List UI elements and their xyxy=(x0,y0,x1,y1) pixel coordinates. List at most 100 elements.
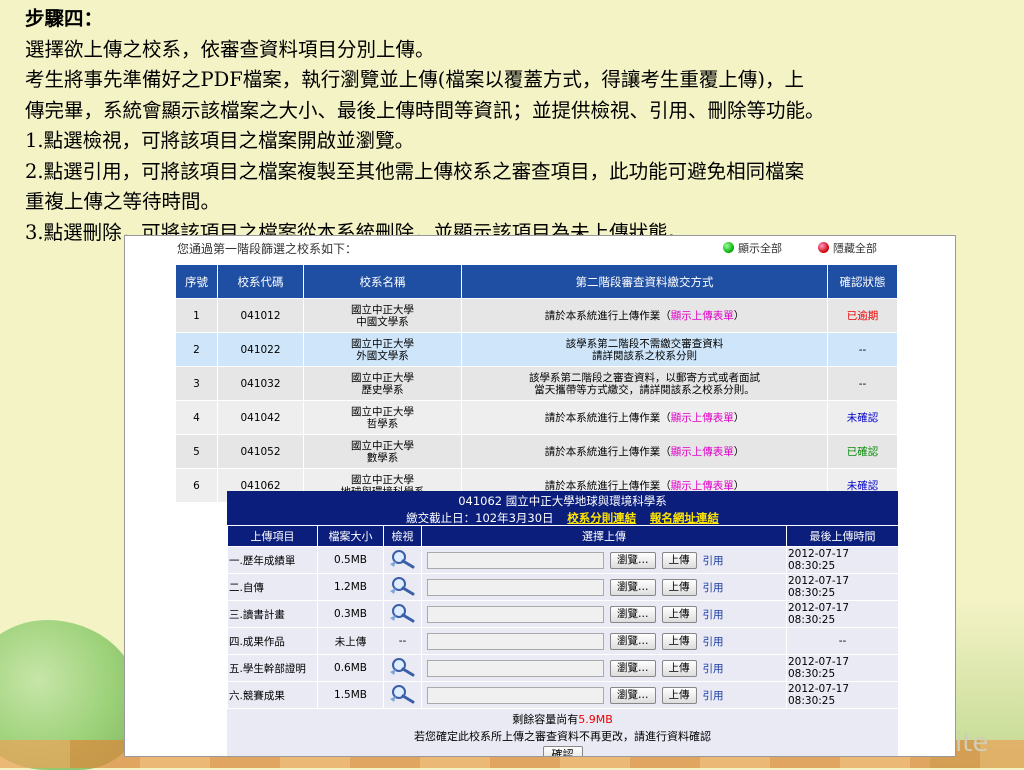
upload-button[interactable]: 上傳 xyxy=(661,632,697,650)
hide-all-button[interactable]: 隱藏全部 xyxy=(818,240,877,256)
show-all-button[interactable]: 顯示全部 xyxy=(723,240,782,256)
browse-button[interactable]: 瀏覽… xyxy=(610,632,656,650)
method-text: 請於本系統進行上傳作業（ xyxy=(544,445,671,458)
panel-intro: 您通過第一階段篩選之校系如下： xyxy=(177,242,358,256)
choose-upload-cell: 瀏覽… 上傳 引用 xyxy=(421,600,787,628)
view-cell xyxy=(383,600,422,628)
method-line: 該學系第二階段之審查資料，以郵寄方式或者面試 xyxy=(463,372,826,384)
last-upload-time: 2012-07-17 08:30:25 xyxy=(786,573,899,601)
magnifier-icon[interactable] xyxy=(388,603,418,626)
method-line: 請於本系統進行上傳作業（顯示上傳表單） xyxy=(463,480,826,492)
browse-button[interactable]: 瀏覽… xyxy=(610,605,656,623)
school-name: 國立中正大學 xyxy=(351,405,414,418)
department-label: 中國文學系 xyxy=(356,315,409,328)
last-upload-time: 2012-07-17 08:30:25 xyxy=(786,654,899,682)
row-number: 1 xyxy=(175,298,218,333)
show-upload-form-link[interactable]: 顯示上傳表單 xyxy=(671,480,734,492)
upload-button[interactable]: 上傳 xyxy=(661,605,697,623)
upload-header: 041062 國立中正大學地球與環境科學系 繳交截止日：102年3月30日 校系… xyxy=(227,491,898,525)
department-label: 歷史學系 xyxy=(361,383,404,396)
table-row[interactable]: 5 041052 國立中正大學 數學系 請於本系統進行上傳作業（顯示上傳表單） 已確認 xyxy=(175,434,898,469)
screenshot-panel: 您通過第一階段篩選之校系如下： 顯示全部 隱藏全部 序號 校系代碼 校系名稱 第二階段… xyxy=(124,235,956,757)
file-size: 1.5MB xyxy=(317,681,384,709)
file-path-input[interactable] xyxy=(427,578,604,596)
department-code: 041022 xyxy=(217,332,304,367)
cite-link[interactable]: 引用 xyxy=(703,690,724,702)
method-text: 該學系第二階段之審查資料，以郵寄方式或者面試 xyxy=(529,371,760,384)
view-cell: -- xyxy=(383,627,422,655)
confirm-button[interactable]: 確認 xyxy=(542,746,583,756)
row-number: 6 xyxy=(175,468,218,503)
method-text-end: ） xyxy=(733,479,745,492)
instruction-line: 選擇欲上傳之校系，依審查資料項目分別上傳。 xyxy=(25,37,435,61)
upload-button[interactable]: 上傳 xyxy=(661,686,697,704)
choose-upload-cell: 瀏覽… 上傳 引用 xyxy=(421,654,787,682)
upload-column-header: 檔案大小 xyxy=(317,525,384,547)
upload-button[interactable]: 上傳 xyxy=(661,578,697,596)
file-path-input[interactable] xyxy=(427,605,604,623)
view-cell xyxy=(383,573,422,601)
cite-link[interactable]: 引用 xyxy=(703,555,724,567)
department-rules-link[interactable]: 校系分則連結 xyxy=(567,511,636,525)
registration-link[interactable]: 報名網址連結 xyxy=(650,511,719,525)
column-header: 第二階段審查資料繳交方式 xyxy=(461,264,828,299)
row-number: 4 xyxy=(175,400,218,435)
method-line-2: 當天攜帶等方式繳交，請詳閱該系之校系分則。 xyxy=(534,383,755,396)
upload-row: 二.自傳 1.2MB 瀏覽… 上傳 引用 2012-07-17 08:30:25 xyxy=(227,573,899,601)
browse-button[interactable]: 瀏覽… xyxy=(610,686,656,704)
method-text: 該學系第二階段不需繳交審查資料 xyxy=(565,337,724,350)
last-upload-time: -- xyxy=(786,627,899,655)
upload-button[interactable]: 上傳 xyxy=(661,551,697,569)
file-path-input[interactable] xyxy=(427,659,604,677)
department-label: 哲學系 xyxy=(366,417,399,430)
view-cell xyxy=(383,546,422,574)
upload-item: 三.讀書計畫 xyxy=(227,600,318,628)
upload-title: 041062 國立中正大學地球與環境科學系 xyxy=(458,494,667,508)
instructions: 步驟四： 選擇欲上傳之校系，依審查資料項目分別上傳。 考生將事先準備好之PDF檔… xyxy=(25,4,1015,248)
show-upload-form-link[interactable]: 顯示上傳表單 xyxy=(671,446,734,458)
column-header: 校系代碼 xyxy=(217,264,304,299)
browse-button[interactable]: 瀏覽… xyxy=(610,578,656,596)
school-name: 國立中正大學 xyxy=(351,439,414,452)
cite-link[interactable]: 引用 xyxy=(703,609,724,621)
show-upload-form-link[interactable]: 顯示上傳表單 xyxy=(671,412,734,424)
department-code: 041032 xyxy=(217,366,304,401)
table-row[interactable]: 1 041012 國立中正大學 中國文學系 請於本系統進行上傳作業（顯示上傳表單） 已逾期 xyxy=(175,298,898,333)
table-row[interactable]: 2 041022 國立中正大學 外國文學系 該學系第二階段不需繳交審查資料 請詳閱該系之校… xyxy=(175,332,898,367)
table-row[interactable]: 4 041042 國立中正大學 哲學系 請於本系統進行上傳作業（顯示上傳表單） 未確認 xyxy=(175,400,898,435)
confirm-status: 已確認 xyxy=(827,434,898,469)
table-row[interactable]: 3 041032 國立中正大學 歷史學系 該學系第二階段之審查資料，以郵寄方式或者面試當… xyxy=(175,366,898,401)
method-line: 請於本系統進行上傳作業（顯示上傳表單） xyxy=(463,446,826,458)
method-line-2: 請詳閱該系之校系分則 xyxy=(592,349,697,362)
last-upload-time: 2012-07-17 08:30:25 xyxy=(786,546,899,574)
browse-button[interactable]: 瀏覽… xyxy=(610,551,656,569)
confirm-status: -- xyxy=(827,366,898,401)
last-upload-time: 2012-07-17 08:30:25 xyxy=(786,681,899,709)
file-size: 0.3MB xyxy=(317,600,384,628)
method-text-end: ） xyxy=(733,445,745,458)
browse-button[interactable]: 瀏覽… xyxy=(610,659,656,677)
remaining-label: 剩餘容量尚有 xyxy=(512,713,579,726)
department-label: 外國文學系 xyxy=(356,349,409,362)
department-name: 國立中正大學 歷史學系 xyxy=(303,366,462,401)
cite-link[interactable]: 引用 xyxy=(703,582,724,594)
show-upload-form-link[interactable]: 顯示上傳表單 xyxy=(671,310,734,322)
magnifier-icon[interactable] xyxy=(388,549,418,572)
department-code: 041052 xyxy=(217,434,304,469)
file-path-input[interactable] xyxy=(427,551,604,569)
file-path-input[interactable] xyxy=(427,632,604,650)
row-number: 2 xyxy=(175,332,218,367)
submission-method: 請於本系統進行上傳作業（顯示上傳表單） xyxy=(461,400,828,435)
file-path-input[interactable] xyxy=(427,686,604,704)
last-upload-time: 2012-07-17 08:30:25 xyxy=(786,600,899,628)
magnifier-icon[interactable] xyxy=(388,657,418,680)
magnifier-icon[interactable] xyxy=(388,684,418,707)
department-name: 國立中正大學 中國文學系 xyxy=(303,298,462,333)
method-text: 請於本系統進行上傳作業（ xyxy=(544,479,671,492)
deadline-text: 繳交截止日：102年3月30日 xyxy=(406,511,554,525)
upload-button[interactable]: 上傳 xyxy=(661,659,697,677)
cite-link[interactable]: 引用 xyxy=(703,663,724,675)
method-text: 請於本系統進行上傳作業（ xyxy=(544,411,671,424)
cite-link[interactable]: 引用 xyxy=(703,636,724,648)
magnifier-icon[interactable] xyxy=(388,576,418,599)
